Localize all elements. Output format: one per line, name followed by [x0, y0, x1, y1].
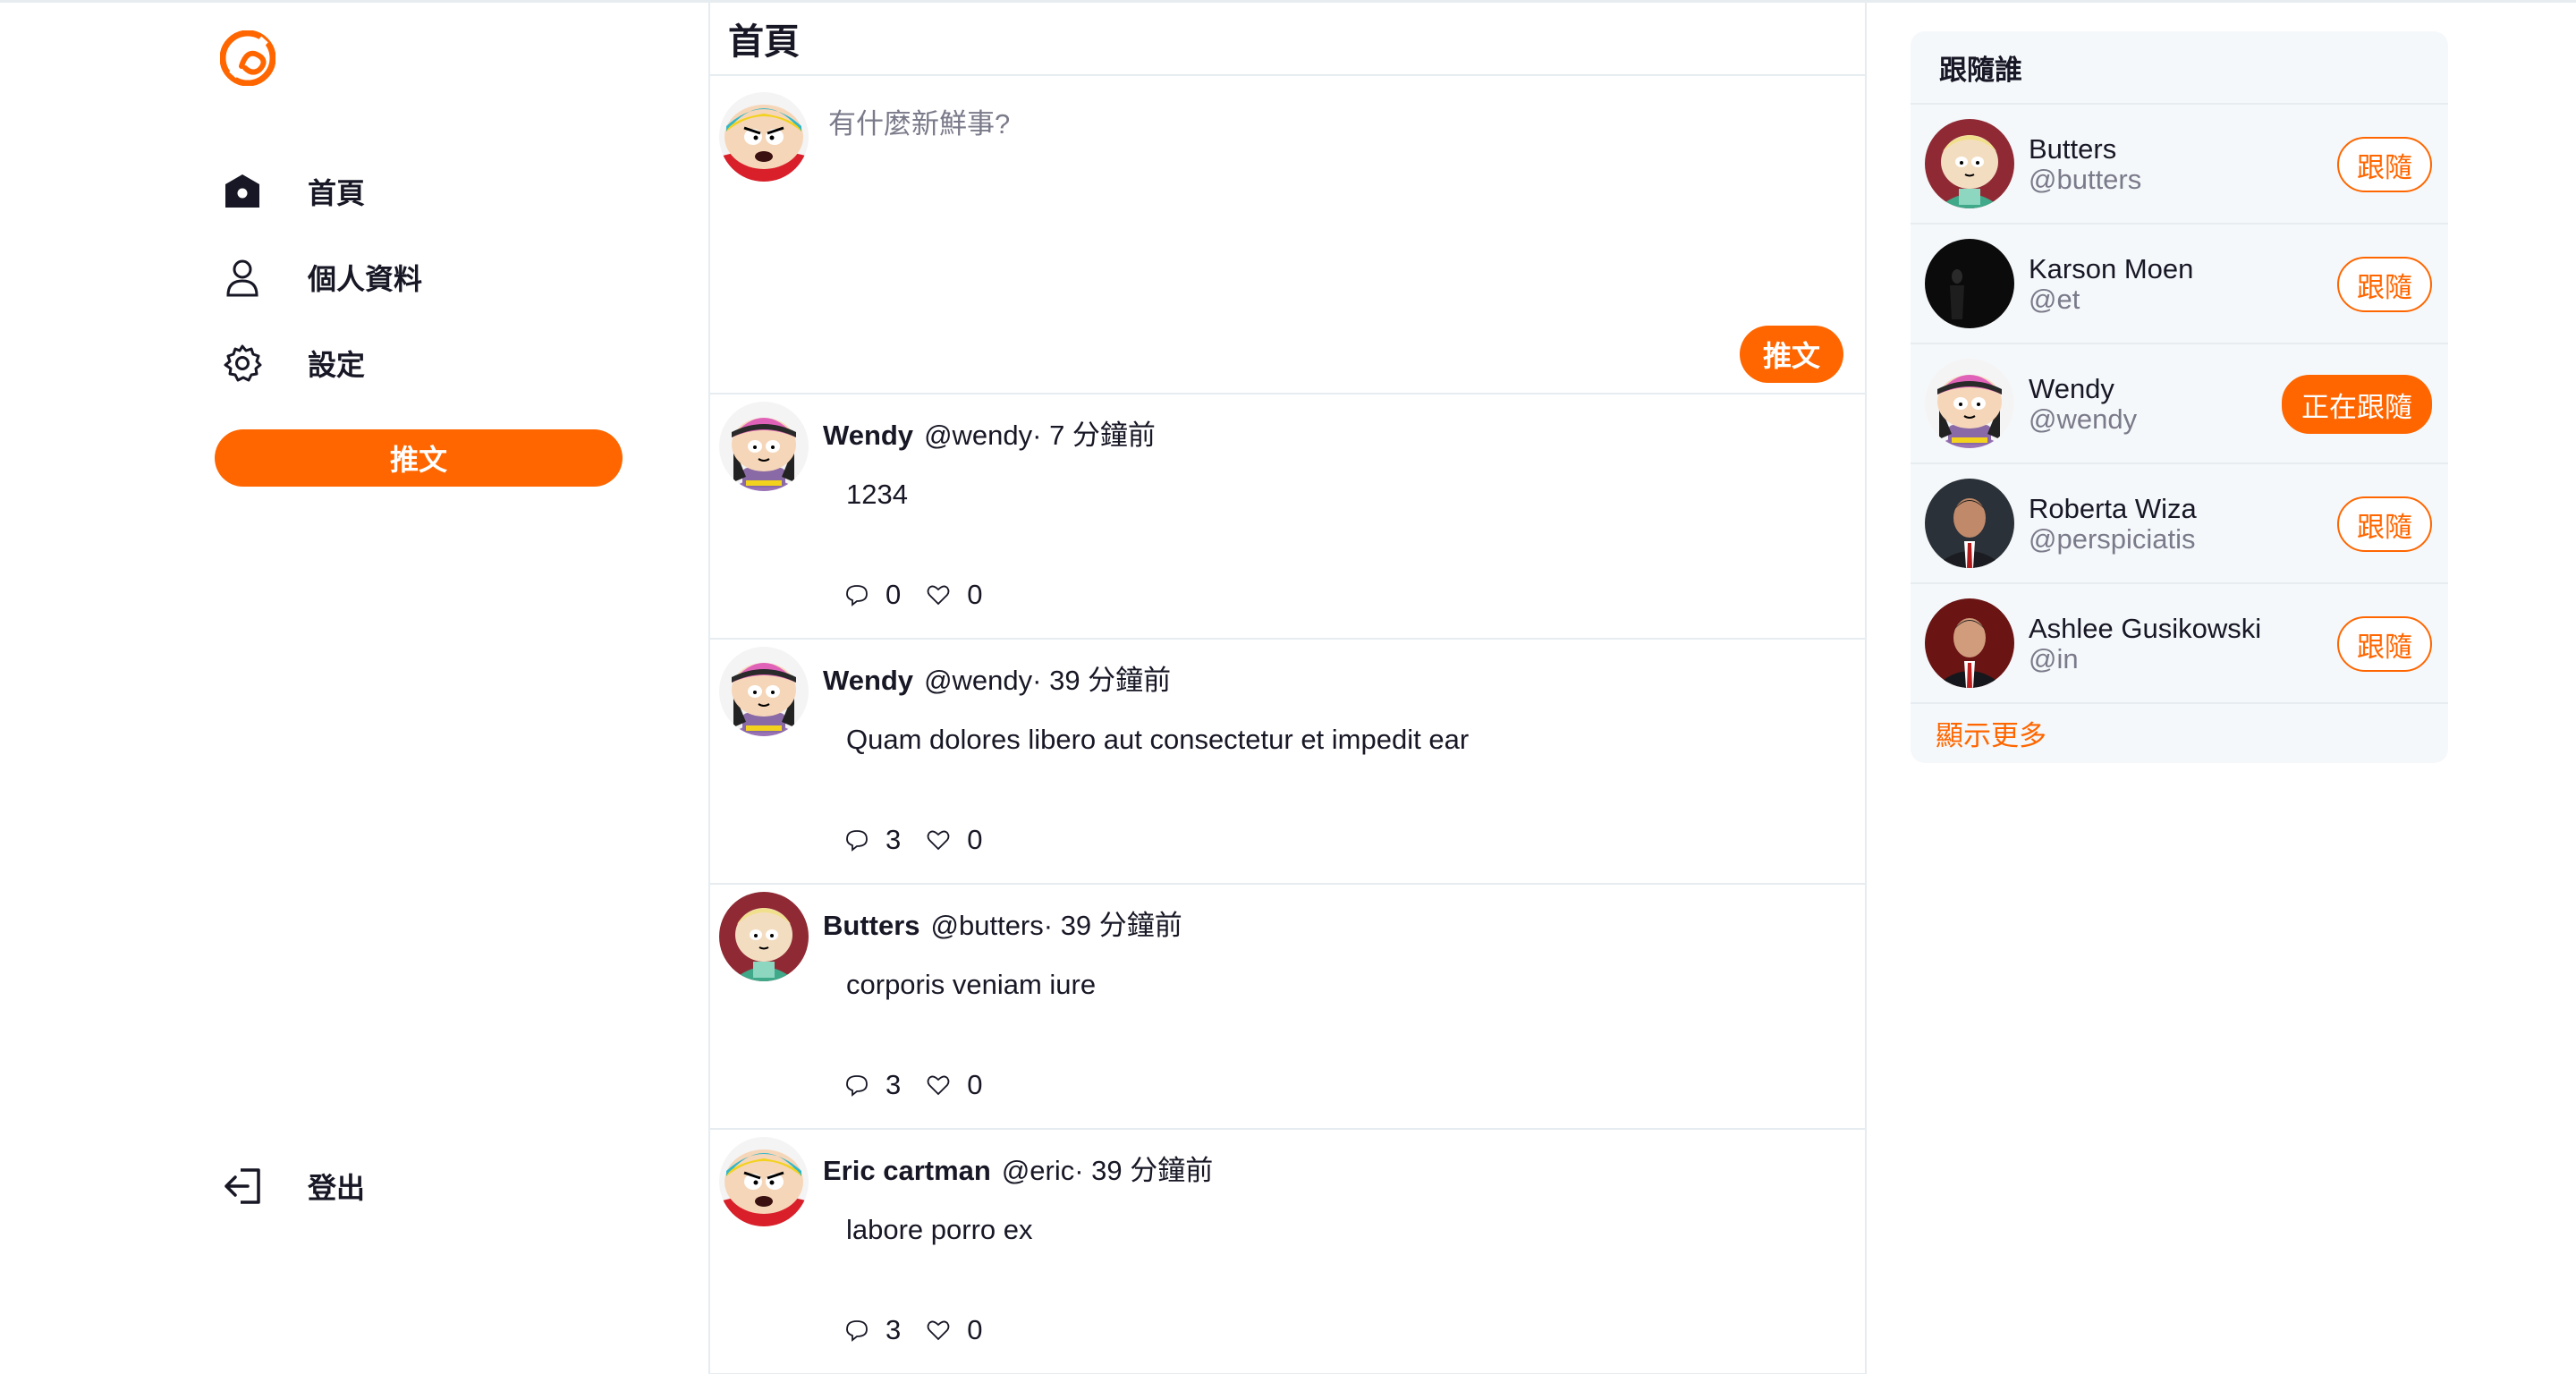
avatar[interactable]: [719, 647, 809, 736]
tweet-meta: Butters @butters· 39 分鐘前: [823, 903, 1182, 943]
suggested-user-handle: @wendy: [2029, 403, 2138, 435]
reply-count: 3: [886, 824, 902, 855]
tweet-text: Quam dolores libero aut consectetur et i…: [846, 724, 1470, 755]
suggested-user-handle: @et: [2029, 284, 2080, 315]
tweet-item[interactable]: Wendy @wendy· 39 分鐘前 Quam dolores libero …: [710, 640, 1865, 885]
reply-icon[interactable]: [844, 1073, 869, 1098]
heart-icon[interactable]: [926, 582, 951, 607]
logo-icon[interactable]: [219, 30, 276, 87]
tweet-actions: 3 0: [844, 824, 1008, 856]
tweet-author-name[interactable]: Wendy: [823, 420, 913, 451]
like-count: 0: [967, 1069, 983, 1100]
avatar[interactable]: [719, 892, 809, 981]
sidebar: 首頁 個人資料 設定 推文 登出: [0, 0, 708, 1374]
avatar[interactable]: [1925, 479, 2014, 568]
tweet-author-handle: @wendy· 7 分鐘前: [924, 420, 1156, 451]
following-button[interactable]: 正在跟隨: [2282, 375, 2432, 434]
tweet-item[interactable]: Eric cartman @eric· 39 分鐘前 labore porro e…: [710, 1130, 1865, 1374]
nav-item-profile[interactable]: 個人資料: [220, 250, 422, 304]
compose-tweet-button[interactable]: 推文: [1740, 326, 1843, 383]
tweet-author-name[interactable]: Eric cartman: [823, 1155, 991, 1186]
reply-icon[interactable]: [844, 1318, 869, 1343]
like-count: 0: [967, 579, 983, 610]
suggested-user-handle: @in: [2029, 643, 2079, 674]
tweet-author-name[interactable]: Butters: [823, 910, 920, 941]
page-header: 首頁: [710, 3, 1865, 76]
nav-item-label: 個人資料: [308, 263, 423, 295]
like-count: 0: [967, 824, 983, 855]
suggested-user-name[interactable]: Roberta Wiza: [2029, 493, 2197, 525]
show-more-link[interactable]: 顯示更多: [1911, 704, 2448, 761]
suggested-user[interactable]: Roberta Wiza @perspiciatis 跟隨: [1911, 464, 2448, 584]
suggested-user[interactable]: Butters @butters 跟隨: [1911, 105, 2448, 225]
suggested-user-name[interactable]: Karson Moen: [2029, 253, 2193, 285]
panel-title: 跟隨誰: [1911, 31, 2448, 105]
tweet-author-handle: @eric· 39 分鐘前: [1001, 1155, 1214, 1186]
tweet-author-handle: @wendy· 39 分鐘前: [924, 665, 1172, 696]
heart-icon[interactable]: [926, 1073, 951, 1098]
follow-button[interactable]: 跟隨: [2337, 137, 2432, 192]
nav-item-label: 設定: [308, 349, 366, 381]
suggested-user-handle: @butters: [2029, 164, 2142, 195]
like-count: 0: [967, 1314, 983, 1345]
page-title: 首頁: [728, 22, 800, 62]
suggested-user[interactable]: Karson Moen @et 跟隨: [1911, 225, 2448, 344]
main-feed: 首頁 有什麼新鮮事? 推文 Wendy @wendy· 7 分鐘前 1234 0 …: [708, 3, 1867, 1374]
tweet-actions: 3 0: [844, 1314, 1008, 1346]
tweet-item[interactable]: Butters @butters· 39 分鐘前 corporis veniam …: [710, 885, 1865, 1130]
tweet-meta: Wendy @wendy· 7 分鐘前: [823, 412, 1156, 453]
suggested-user[interactable]: Ashlee Gusikowski @in 跟隨: [1911, 584, 2448, 704]
heart-icon[interactable]: [926, 827, 951, 852]
follow-button[interactable]: 跟隨: [2337, 616, 2432, 672]
tweet-actions: 0 0: [844, 579, 1008, 611]
tweet-text: corporis veniam iure: [846, 969, 1097, 1000]
suggested-user-name[interactable]: Ashlee Gusikowski: [2029, 613, 2261, 645]
tweet-meta: Eric cartman @eric· 39 分鐘前: [823, 1148, 1213, 1188]
sidebar-tweet-button[interactable]: 推文: [215, 429, 623, 487]
home-icon: [220, 169, 265, 214]
tweet-text: labore porro ex: [846, 1214, 1033, 1245]
follow-button[interactable]: 跟隨: [2337, 257, 2432, 312]
suggested-user-name[interactable]: Butters: [2029, 133, 2116, 165]
avatar[interactable]: [1925, 119, 2014, 208]
reply-count: 3: [886, 1314, 902, 1345]
reply-icon[interactable]: [844, 582, 869, 607]
who-to-follow-panel: 跟隨誰 Butters @butters 跟隨 Karson Moen @et …: [1911, 31, 2448, 763]
user-icon: [220, 255, 265, 300]
avatar[interactable]: [719, 402, 809, 491]
reply-count: 3: [886, 1069, 902, 1100]
gear-icon: [220, 341, 265, 386]
avatar[interactable]: [719, 1137, 809, 1226]
nav-item-home[interactable]: 首頁: [220, 165, 365, 218]
tweet-composer: 有什麼新鮮事? 推文: [710, 76, 1865, 394]
suggested-user[interactable]: Wendy @wendy 正在跟隨: [1911, 344, 2448, 464]
suggested-user-handle: @perspiciatis: [2029, 523, 2196, 555]
nav-item-settings[interactable]: 設定: [220, 336, 365, 390]
tweet-author-name[interactable]: Wendy: [823, 665, 913, 696]
tweet-author-handle: @butters· 39 分鐘前: [930, 910, 1182, 941]
avatar[interactable]: [1925, 598, 2014, 688]
compose-input[interactable]: 有什麼新鮮事?: [828, 101, 1010, 141]
nav-item-label: 登出: [308, 1172, 366, 1204]
logout-icon: [220, 1164, 265, 1209]
avatar[interactable]: [1925, 239, 2014, 328]
suggested-user-name[interactable]: Wendy: [2029, 373, 2114, 405]
reply-count: 0: [886, 579, 902, 610]
tweet-actions: 3 0: [844, 1069, 1008, 1101]
avatar[interactable]: [719, 92, 809, 182]
tweet-text: 1234: [846, 479, 908, 510]
avatar[interactable]: [1925, 359, 2014, 448]
reply-icon[interactable]: [844, 827, 869, 852]
tweet-item[interactable]: Wendy @wendy· 7 分鐘前 1234 0 0: [710, 394, 1865, 640]
follow-button[interactable]: 跟隨: [2337, 496, 2432, 552]
nav-item-label: 首頁: [308, 177, 366, 209]
tweet-meta: Wendy @wendy· 39 分鐘前: [823, 657, 1171, 698]
nav-item-logout[interactable]: 登出: [220, 1159, 365, 1213]
heart-icon[interactable]: [926, 1318, 951, 1343]
